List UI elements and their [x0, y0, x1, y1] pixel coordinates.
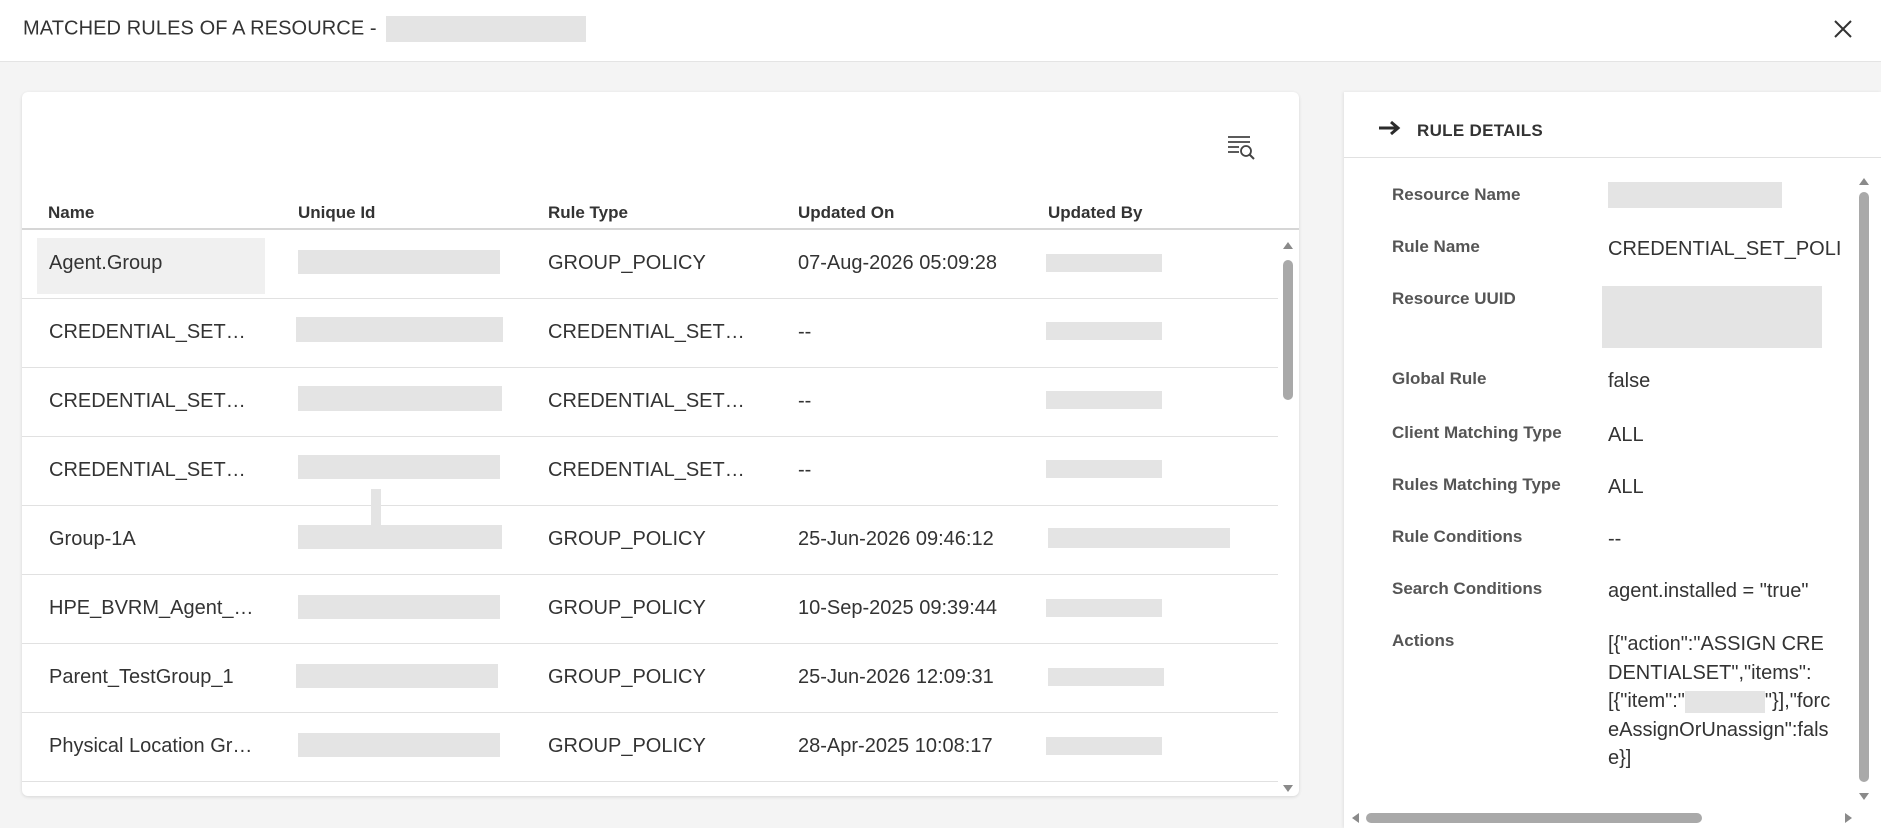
table-row[interactable]: Physical Location Group GROUP_POLICY 28-…	[22, 713, 1278, 782]
arrow-right-icon[interactable]	[1378, 120, 1402, 136]
column-header-unique-id[interactable]: Unique Id	[298, 203, 375, 223]
label-search-conditions: Search Conditions	[1392, 579, 1543, 598]
cell-name: Parent_TestGroup_1	[49, 666, 234, 688]
redacted-unique-id	[298, 386, 502, 411]
value-actions: [{"action":"ASSIGN CREDENTIALSET","items…	[1608, 630, 1838, 773]
scroll-left-arrow-icon[interactable]	[1352, 813, 1359, 823]
redacted-unique-id	[298, 595, 500, 619]
redacted-unique-id	[298, 455, 500, 479]
modal-title-text: MATCHED RULES OF A RESOURCE -	[23, 17, 383, 40]
label-actions: Actions	[1392, 631, 1455, 650]
redacted-unique-id	[298, 250, 500, 274]
redacted-unique-id	[296, 317, 503, 342]
cell-rule-type: CREDENTIAL_SET_POLICY	[548, 321, 748, 343]
table-row[interactable]: Parent_TestGroup_1 GROUP_POLICY 25-Jun-2…	[22, 644, 1278, 713]
filter-search-icon	[1228, 136, 1255, 160]
cell-updated-on: --	[798, 459, 812, 481]
scroll-up-arrow-icon[interactable]	[1859, 178, 1869, 185]
cell-name: CREDENTIAL_SET_POLICY	[49, 459, 254, 481]
scroll-thumb[interactable]	[1283, 260, 1293, 400]
cell-name: Agent.Group	[49, 252, 163, 274]
redacted-resource-name	[386, 16, 587, 42]
details-vertical-scrollbar[interactable]	[1855, 178, 1873, 800]
cell-updated-on: --	[798, 390, 812, 412]
redacted-action-item	[1684, 690, 1765, 713]
scroll-down-arrow-icon[interactable]	[1283, 785, 1293, 792]
modal-header: MATCHED RULES OF A RESOURCE -	[0, 0, 1881, 62]
redacted-resource-name-value	[1608, 182, 1782, 208]
redacted-updated-by	[1046, 254, 1162, 272]
cell-rule-type: CREDENTIAL_SET_POLICY	[548, 390, 748, 412]
table-row[interactable]: HPE_BVRM_Agent_Group GROUP_POLICY 10-Sep…	[22, 575, 1278, 644]
scroll-thumb[interactable]	[1366, 813, 1702, 823]
scroll-right-arrow-icon[interactable]	[1845, 813, 1852, 823]
table-row[interactable]: CREDENTIAL_SET_POLICY CREDENTIAL_SET_POL…	[22, 299, 1278, 368]
cell-name: Physical Location Group	[49, 735, 254, 757]
rule-details-title: RULE DETAILS	[1417, 121, 1544, 140]
rule-details-panel: RULE DETAILS Resource Name Rule Name CRE…	[1344, 92, 1881, 828]
redacted-updated-by	[1048, 528, 1230, 548]
cell-rule-type: GROUP_POLICY	[548, 528, 706, 550]
cell-name: Group-1A	[49, 528, 136, 550]
matched-rules-table-card: Name Unique Id Rule Type Updated On Upda…	[22, 92, 1299, 796]
scroll-down-arrow-icon[interactable]	[1859, 793, 1869, 800]
table-row[interactable]: CREDENTIAL_SET_POLICY CREDENTIAL_SET_POL…	[22, 437, 1278, 525]
redacted-updated-by	[1046, 391, 1162, 409]
column-header-updated-on[interactable]: Updated On	[798, 203, 894, 223]
details-horizontal-scrollbar[interactable]	[1352, 810, 1852, 826]
scroll-thumb[interactable]	[1859, 192, 1869, 782]
value-rules-matching-type: ALL	[1608, 476, 1644, 498]
label-rule-conditions: Rule Conditions	[1392, 527, 1523, 546]
cell-name: CREDENTIAL_SET_POLICY	[49, 390, 254, 412]
redacted-unique-id	[298, 733, 500, 757]
cell-updated-on: 28-Apr-2025 10:08:17	[798, 735, 993, 757]
redacted-updated-by	[1046, 599, 1162, 617]
cell-updated-on: 25-Jun-2026 09:46:12	[798, 528, 994, 550]
label-rule-name: Rule Name	[1392, 237, 1480, 256]
redacted-updated-by	[1048, 668, 1164, 686]
cell-rule-type: CREDENTIAL_SET_POLICY	[548, 459, 748, 481]
table-row[interactable]: Agent.Group GROUP_POLICY 07-Aug-2026 05:…	[22, 230, 1278, 299]
value-search-conditions: agent.installed = "true"	[1608, 580, 1809, 602]
label-resource-name: Resource Name	[1392, 185, 1521, 204]
column-header-rule-type[interactable]: Rule Type	[548, 203, 628, 223]
redacted-unique-id	[296, 664, 498, 688]
modal-title: MATCHED RULES OF A RESOURCE -	[23, 16, 587, 42]
cell-name: HPE_BVRM_Agent_Group	[49, 597, 254, 619]
redacted-unique-id	[298, 525, 502, 549]
cell-updated-on: 25-Jun-2026 12:09:31	[798, 666, 994, 688]
table-row[interactable]: CREDENTIAL_SET_POLICY CREDENTIAL_SET_POL…	[22, 368, 1278, 437]
redacted-updated-by	[1046, 737, 1162, 755]
cell-rule-type: GROUP_POLICY	[548, 666, 706, 688]
cell-updated-on: --	[798, 321, 812, 343]
cell-rule-type: GROUP_POLICY	[548, 735, 706, 757]
filter-search-button[interactable]	[1224, 128, 1260, 164]
value-rule-name: CREDENTIAL_SET_POLI	[1608, 238, 1842, 260]
value-rule-conditions: --	[1608, 528, 1622, 550]
scroll-up-arrow-icon[interactable]	[1283, 242, 1293, 249]
cell-rule-type: GROUP_POLICY	[548, 252, 706, 274]
label-resource-uuid: Resource UUID	[1392, 289, 1516, 308]
table-row[interactable]: Group-1A GROUP_POLICY 25-Jun-2026 09:46:…	[22, 506, 1278, 575]
label-rules-matching-type: Rules Matching Type	[1392, 475, 1561, 494]
close-button[interactable]	[1826, 12, 1860, 46]
label-client-matching-type: Client Matching Type	[1392, 423, 1562, 442]
cell-updated-on: 10-Sep-2025 09:39:44	[798, 597, 998, 619]
redacted-resource-uuid-value	[1602, 286, 1822, 348]
redacted-updated-by	[1046, 460, 1162, 478]
value-global-rule: false	[1608, 370, 1651, 392]
table-body: Agent.Group GROUP_POLICY 07-Aug-2026 05:…	[22, 230, 1278, 790]
cell-updated-on: 07-Aug-2026 05:09:28	[798, 252, 998, 274]
redacted-updated-by	[1046, 322, 1162, 340]
cell-rule-type: GROUP_POLICY	[548, 597, 706, 619]
table-vertical-scrollbar[interactable]	[1278, 242, 1298, 792]
value-client-matching-type: ALL	[1608, 424, 1644, 446]
table-header: Name Unique Id Rule Type Updated On Upda…	[22, 195, 1299, 230]
label-global-rule: Global Rule	[1392, 369, 1487, 388]
column-header-updated-by[interactable]: Updated By	[1048, 203, 1142, 223]
close-icon	[1834, 20, 1852, 38]
rule-details-header: RULE DETAILS	[1344, 92, 1881, 158]
cell-name: CREDENTIAL_SET_POLICY	[49, 321, 254, 343]
column-header-name[interactable]: Name	[48, 203, 94, 223]
